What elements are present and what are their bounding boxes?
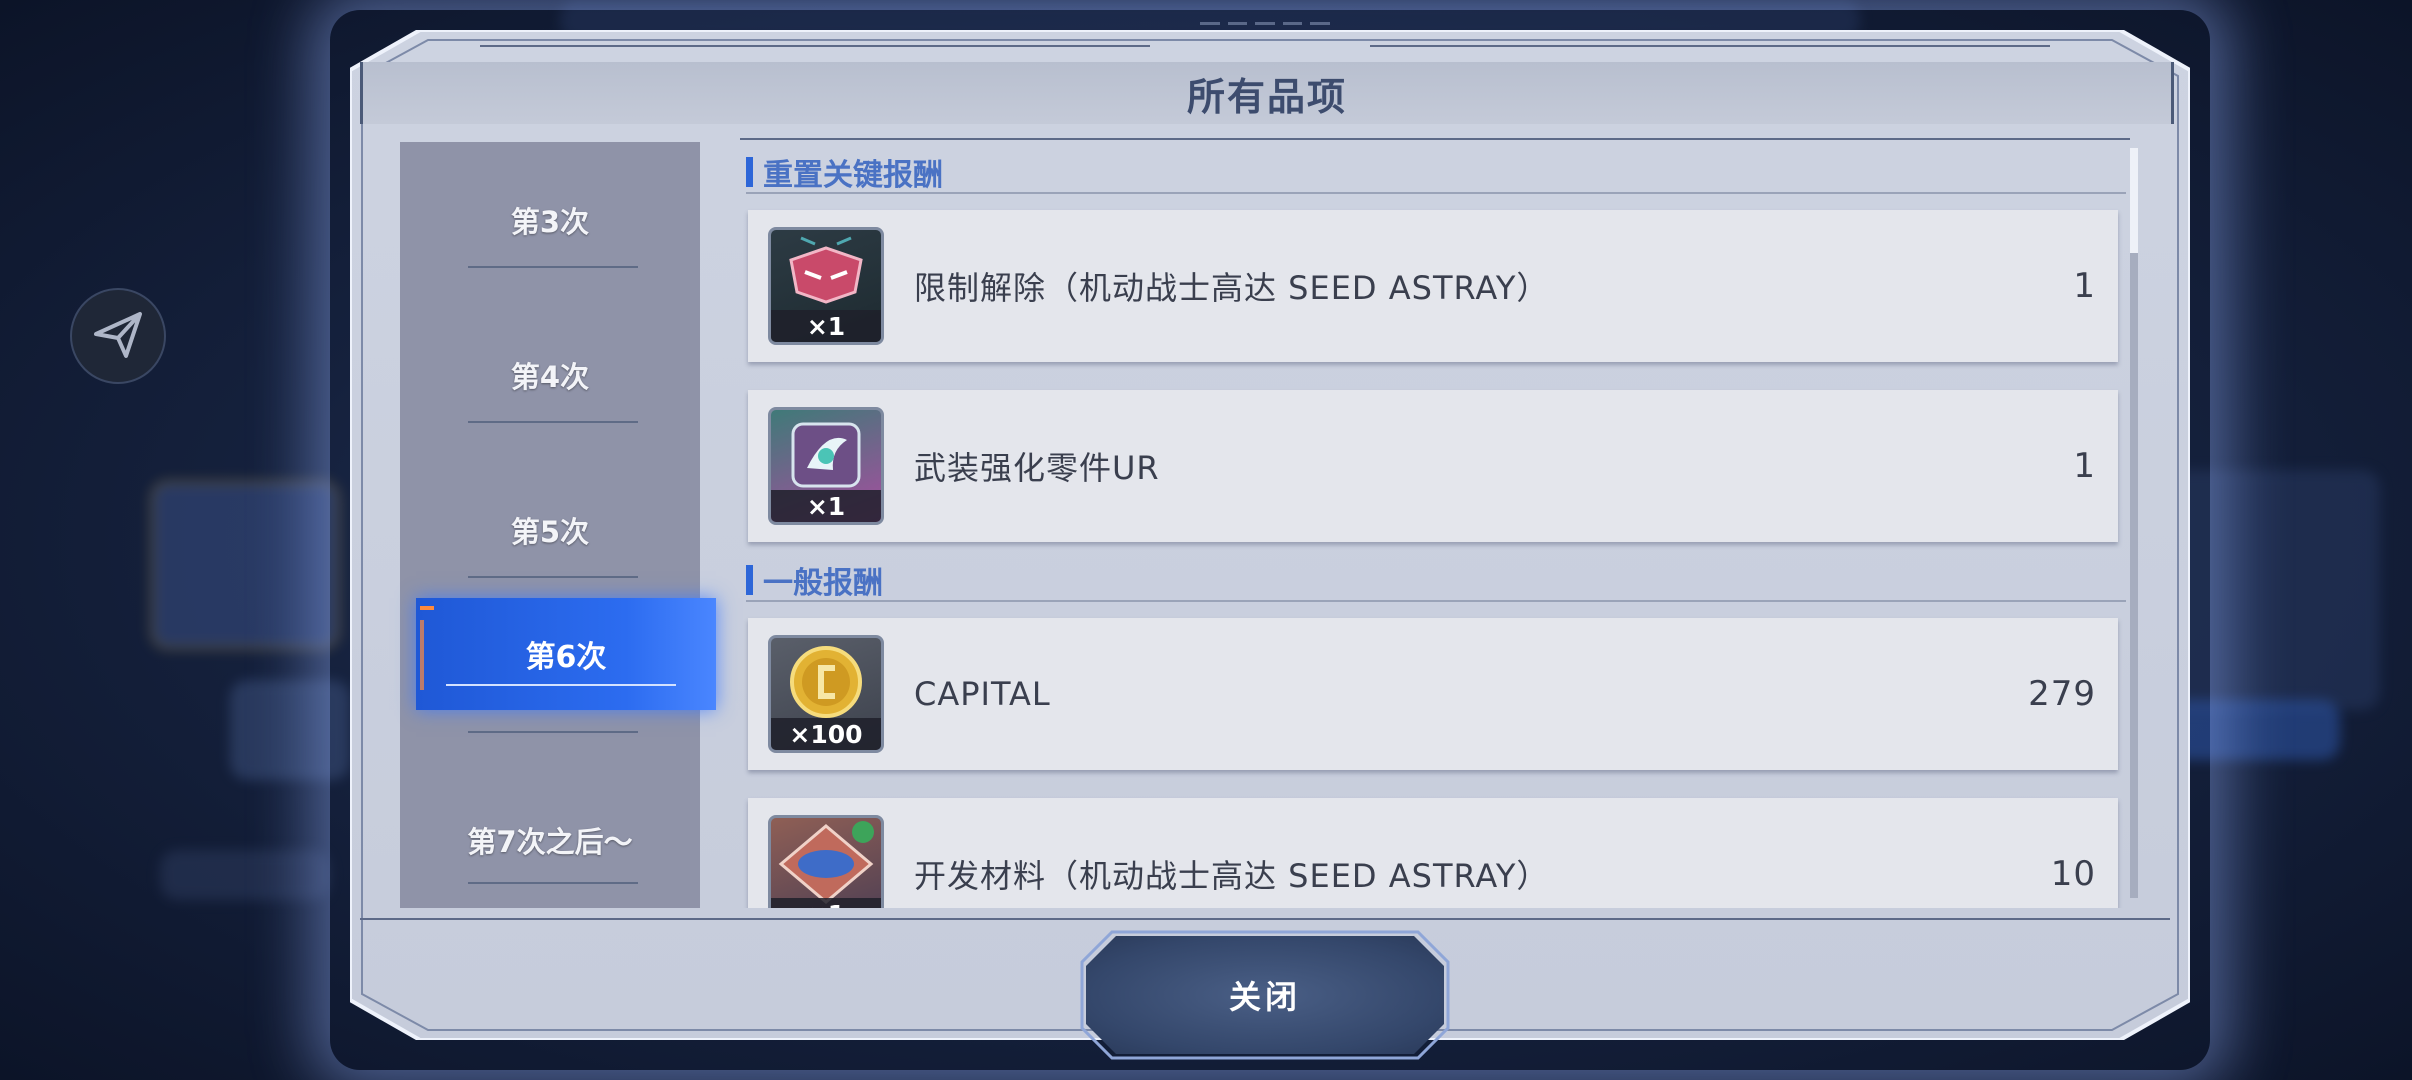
divider <box>468 266 638 268</box>
section-title: 重置关键报酬 <box>763 158 943 193</box>
sidebar-item-round-3[interactable]: 第3次 <box>400 142 700 297</box>
item-name: 武装强化零件UR <box>914 449 1160 487</box>
armament-part-icon: ×1 <box>768 407 884 525</box>
active-underline <box>446 684 676 686</box>
sidebar-item-round-6[interactable]: 第6次 <box>416 598 716 710</box>
dialog-title: 所有品项 <box>1186 74 1347 119</box>
dev-material-icon: ×1 <box>768 815 884 908</box>
sidebar-item-round-4[interactable]: 第4次 <box>400 297 700 452</box>
scrollbar-thumb[interactable] <box>2130 148 2138 253</box>
scrollbar-track[interactable] <box>2130 148 2138 898</box>
item-count: 279 <box>2028 674 2096 714</box>
sidebar-item-round-5[interactable]: 第5次 <box>400 452 700 607</box>
capital-coin-icon: ×100 <box>768 635 884 753</box>
divider <box>468 731 638 733</box>
section-marker <box>746 565 753 595</box>
list-item: ×1 武装强化零件UR 1 <box>748 390 2118 542</box>
divider <box>360 918 2170 920</box>
active-marker <box>420 606 434 610</box>
sidebar-item-label: 第7次之后～ <box>467 824 633 859</box>
section-marker <box>746 157 753 187</box>
background-card <box>2160 470 2380 710</box>
close-button[interactable]: 关闭 <box>1086 936 1444 1054</box>
background-strip <box>160 850 330 900</box>
list-item: ×1 限制解除（机动战士高达 SEED ASTRAY） 1 <box>748 210 2118 362</box>
limit-release-icon: ×1 <box>768 227 884 345</box>
item-name: 开发材料（机动战士高达 SEED ASTRAY） <box>914 857 1550 895</box>
title-bar: 所有品项 <box>360 62 2174 124</box>
background-card <box>150 480 340 650</box>
sidebar-item-label: 第5次 <box>510 514 590 549</box>
frame-ticks <box>1200 22 1330 36</box>
sidebar-item-label: 第4次 <box>510 359 590 394</box>
sidebar-item-label: 第6次 <box>525 640 607 675</box>
item-name: CAPITAL <box>914 675 1051 713</box>
divider <box>468 882 638 884</box>
quantity-badge: ×1 <box>771 490 881 522</box>
active-marker <box>420 620 424 690</box>
sidebar-item-round-7-plus[interactable]: 第7次之后～ <box>400 762 700 917</box>
item-name: 限制解除（机动战士高达 SEED ASTRAY） <box>914 269 1550 307</box>
item-count: 1 <box>2073 266 2096 306</box>
quantity-badge: ×100 <box>771 718 881 750</box>
quantity-badge: ×1 <box>771 310 881 342</box>
list-item: ×100 CAPITAL 279 <box>748 618 2118 770</box>
share-button[interactable] <box>70 288 166 384</box>
item-count: 1 <box>2073 446 2096 486</box>
sidebar-item-label: 第3次 <box>510 204 590 239</box>
reward-list[interactable]: 重置关键报酬 ×1 限制解除（机动战士高达 SEED ASTRAY） 1 ×1 … <box>740 138 2130 908</box>
section-header: 重置关键报酬 <box>746 152 2126 194</box>
round-sidebar: 第3次 第4次 第5次 第7次之后～ <box>400 142 700 908</box>
background-strip <box>2170 700 2340 760</box>
send-icon <box>90 306 146 366</box>
section-title: 一般报酬 <box>763 566 883 601</box>
list-item: ×1 开发材料（机动战士高达 SEED ASTRAY） 10 <box>748 798 2118 908</box>
quantity-badge: ×1 <box>771 898 881 908</box>
divider <box>468 576 638 578</box>
background-card <box>230 680 350 780</box>
close-button-label: 关闭 <box>1228 978 1301 1016</box>
divider <box>468 421 638 423</box>
section-header: 一般报酬 <box>746 560 2126 602</box>
item-count: 10 <box>2050 854 2096 894</box>
